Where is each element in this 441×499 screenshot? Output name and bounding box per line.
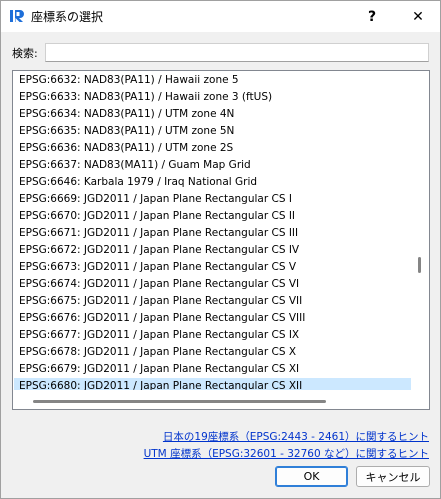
jgd-hint-link[interactable]: 日本の19座標系（EPSG:2443 - 2461）に関するヒント — [163, 429, 429, 444]
list-item[interactable]: EPSG:6677: JGD2011 / Japan Plane Rectang… — [14, 327, 411, 344]
coordinate-system-dialog: 座標系の選択 ? ✕ 検索: EPSG:6632: NAD83(PA11) / … — [0, 0, 441, 499]
list-item[interactable]: EPSG:6636: NAD83(PA11) / UTM zone 2S — [14, 140, 411, 157]
list-item[interactable]: EPSG:6675: JGD2011 / Japan Plane Rectang… — [14, 293, 411, 310]
crs-list[interactable]: EPSG:6632: NAD83(PA11) / Hawaii zone 5 EP… — [12, 70, 430, 410]
list-item[interactable]: EPSG:6679: JGD2011 / Japan Plane Rectang… — [14, 361, 411, 378]
list-item[interactable]: EPSG:6678: JGD2011 / Japan Plane Rectang… — [14, 344, 411, 361]
list-item[interactable]: EPSG:6676: JGD2011 / Japan Plane Rectang… — [14, 310, 411, 327]
search-label: 検索: — [12, 47, 38, 60]
title-bar: 座標系の選択 ? ✕ — [1, 1, 440, 32]
cancel-button[interactable]: キャンセル — [356, 466, 430, 487]
help-icon: ? — [367, 8, 377, 25]
help-button[interactable]: ? — [352, 1, 392, 32]
vertical-scrollbar[interactable] — [411, 72, 428, 391]
list-item[interactable]: EPSG:6669: JGD2011 / Japan Plane Rectang… — [14, 191, 411, 208]
list-item[interactable]: EPSG:6633: NAD83(PA11) / Hawaii zone 3 (… — [14, 89, 411, 106]
scrollbar-corner — [411, 390, 428, 408]
list-item[interactable]: EPSG:6637: NAD83(MA11) / Guam Map Grid — [14, 157, 411, 174]
list-item[interactable]: EPSG:6646: Karbala 1979 / Iraq National … — [14, 174, 411, 191]
list-item[interactable]: EPSG:6674: JGD2011 / Japan Plane Rectang… — [14, 276, 411, 293]
app-logo-icon — [10, 10, 24, 22]
list-item[interactable]: EPSG:6673: JGD2011 / Japan Plane Rectang… — [14, 259, 411, 276]
search-input[interactable] — [45, 43, 429, 62]
list-item[interactable]: EPSG:6670: JGD2011 / Japan Plane Rectang… — [14, 208, 411, 225]
horizontal-scroll-thumb[interactable] — [33, 400, 326, 403]
utm-hint-link[interactable]: UTM 座標系（EPSG:32601 - 32760 など）に関するヒント — [144, 446, 429, 461]
dialog-title: 座標系の選択 — [31, 10, 104, 24]
list-item[interactable]: EPSG:6632: NAD83(PA11) / Hawaii zone 5 — [14, 72, 411, 89]
list-item[interactable]: EPSG:6672: JGD2011 / Japan Plane Rectang… — [14, 242, 411, 259]
close-button[interactable]: ✕ — [398, 1, 438, 32]
vertical-scroll-thumb[interactable] — [418, 257, 421, 273]
list-item[interactable]: EPSG:6671: JGD2011 / Japan Plane Rectang… — [14, 225, 411, 242]
horizontal-scrollbar[interactable] — [14, 390, 411, 408]
close-icon: ✕ — [412, 8, 424, 25]
ok-button[interactable]: OK — [275, 466, 348, 487]
list-item[interactable]: EPSG:6635: NAD83(PA11) / UTM zone 5N — [14, 123, 411, 140]
list-item[interactable]: EPSG:6634: NAD83(PA11) / UTM zone 4N — [14, 106, 411, 123]
